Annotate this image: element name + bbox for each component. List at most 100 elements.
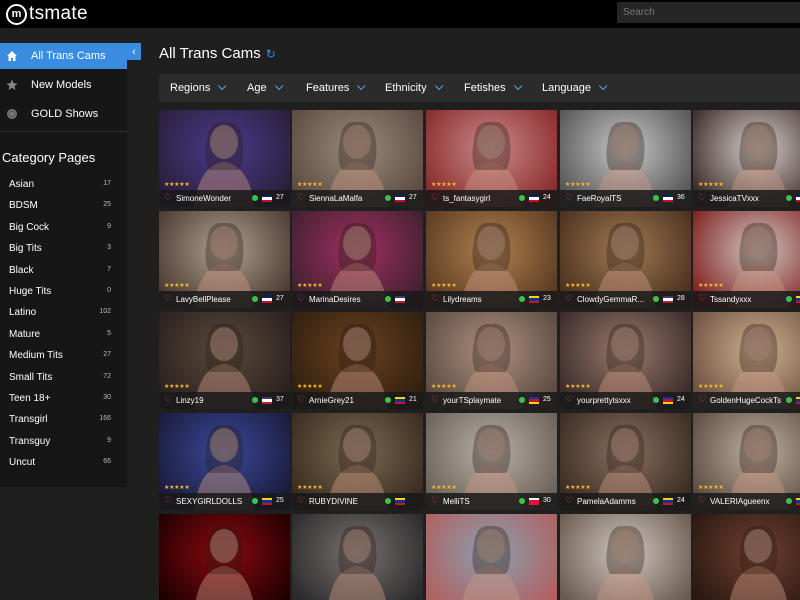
favorite-heart-icon[interactable]: ♡ [297,293,305,304]
favorite-heart-icon[interactable]: ♡ [431,293,439,304]
model-card[interactable]: ★★★★★ ♡ yourTSplaymate 25 [426,312,557,409]
category-item[interactable]: Asian 17 [0,175,127,196]
category-item[interactable]: Transguy 9 [0,432,127,453]
favorite-heart-icon[interactable]: ♡ [565,192,573,203]
favorite-heart-icon[interactable]: ♡ [565,495,573,506]
favorite-heart-icon[interactable]: ♡ [164,495,172,506]
filter-language[interactable]: Language [542,81,608,94]
model-username[interactable]: yourTSplaymate [443,396,519,405]
model-username[interactable]: ClowdyGemmaR... [577,295,653,304]
model-card[interactable]: ★★★★★ ♡ ClowdyGemmaR... 28 [560,211,691,308]
model-card[interactable]: ★★★★★ ♡ SimoneWonder 27 [159,110,290,207]
model-card[interactable]: ★★★★★ ♡ MarinaDesires [292,211,423,308]
sidebar-item-gold-shows[interactable]: GOLD Shows [0,101,127,127]
model-card[interactable]: ★★★★★ [426,514,557,600]
model-card[interactable]: ★★★★★ ♡ SEXYGIRLDOLLS 25 [159,413,290,510]
model-username[interactable]: GoldenHugeCockTs [710,396,786,405]
favorite-heart-icon[interactable]: ♡ [698,394,706,405]
category-item[interactable]: Big Cock 9 [0,218,127,239]
model-username[interactable]: SiennaLaMalfa [309,194,385,203]
filter-ethnicity[interactable]: Ethnicity [385,81,443,94]
sidebar-item-all-trans-cams[interactable]: All Trans Cams [0,43,127,69]
favorite-heart-icon[interactable]: ♡ [164,192,172,203]
rating-stars: ★★★★★ [698,182,724,188]
model-card[interactable]: ★★★★★ ♡ VALERIAgueenx [693,413,800,510]
model-card[interactable]: ★★★★★ ♡ Tssandyxxx [693,211,800,308]
category-item[interactable]: Big Tits 3 [0,239,127,260]
model-username[interactable]: ts_fantasygirl [443,194,519,203]
favorite-heart-icon[interactable]: ♡ [698,192,706,203]
category-item[interactable]: Huge Tits 0 [0,282,127,303]
model-thumbnail[interactable] [560,514,691,600]
favorite-heart-icon[interactable]: ♡ [698,495,706,506]
category-label: Transgirl [9,414,48,426]
favorite-heart-icon[interactable]: ♡ [164,293,172,304]
model-username[interactable]: LavyBellPlease [176,295,252,304]
model-username[interactable]: SEXYGIRLDOLLS [176,497,252,506]
favorite-heart-icon[interactable]: ♡ [297,192,305,203]
model-username[interactable]: Linzy19 [176,396,252,405]
model-username[interactable]: FaeRoyalTS [577,194,653,203]
model-card[interactable]: ★★★★★ ♡ FaeRoyalTS 36 [560,110,691,207]
model-username[interactable]: Tssandyxxx [710,295,786,304]
model-username[interactable]: PamelaAdamms [577,497,653,506]
refresh-icon[interactable]: ↻ [266,47,276,61]
model-username[interactable]: SimoneWonder [176,194,252,203]
favorite-heart-icon[interactable]: ♡ [164,394,172,405]
model-card[interactable]: ★★★★★ ♡ ArnieGrey21 21 [292,312,423,409]
filter-age[interactable]: Age [247,81,283,94]
category-item[interactable]: Black 7 [0,261,127,282]
model-username[interactable]: MelliTS [443,497,519,506]
category-item[interactable]: Small Tits 72 [0,368,127,389]
model-username[interactable]: Lilydreams [443,295,519,304]
model-card[interactable]: ★★★★★ [560,514,691,600]
model-card[interactable]: ★★★★★ ♡ yourprettytsxxx 24 [560,312,691,409]
search-input[interactable] [617,2,800,23]
sidebar-item-new-models[interactable]: New Models [0,72,127,98]
category-item[interactable]: Teen 18+ 30 [0,389,127,410]
model-thumbnail[interactable] [426,514,557,600]
favorite-heart-icon[interactable]: ♡ [297,394,305,405]
model-username[interactable]: ArnieGrey21 [309,396,385,405]
favorite-heart-icon[interactable]: ♡ [698,293,706,304]
logo[interactable]: m tsmate [6,3,88,25]
model-username[interactable]: VALERIAgueenx [710,497,786,506]
model-card[interactable]: ★★★★★ ♡ SiennaLaMalfa 27 [292,110,423,207]
filter-features[interactable]: Features [306,81,366,94]
model-card[interactable]: ★★★★★ ♡ JessicaTVxxx [693,110,800,207]
model-card[interactable]: ★★★★★ [159,514,290,600]
model-thumbnail[interactable] [693,514,800,600]
category-item[interactable]: Medium Tits 27 [0,346,127,367]
favorite-heart-icon[interactable]: ♡ [565,394,573,405]
model-card[interactable]: ★★★★★ [292,514,423,600]
model-thumbnail[interactable] [292,514,423,600]
category-item[interactable]: Mature 5 [0,325,127,346]
category-item[interactable]: Uncut 66 [0,453,127,474]
country-flag-icon [796,296,800,303]
category-item[interactable]: Transgirl 166 [0,410,127,431]
favorite-heart-icon[interactable]: ♡ [297,495,305,506]
model-card[interactable]: ★★★★★ ♡ MelliTS 30 [426,413,557,510]
model-username[interactable]: MarinaDesires [309,295,385,304]
model-card[interactable]: ★★★★★ ♡ GoldenHugeCockTs [693,312,800,409]
favorite-heart-icon[interactable]: ♡ [565,293,573,304]
model-thumbnail[interactable] [159,514,290,600]
filter-regions[interactable]: Regions [170,81,227,94]
category-item[interactable]: Latino 102 [0,303,127,324]
collapse-sidebar-button[interactable]: ‹ [127,43,141,60]
model-username[interactable]: JessicaTVxxx [710,194,786,203]
model-username[interactable]: RUBYDIVINE [309,497,385,506]
favorite-heart-icon[interactable]: ♡ [431,192,439,203]
favorite-heart-icon[interactable]: ♡ [431,394,439,405]
model-card[interactable]: ★★★★★ ♡ Lilydreams 23 [426,211,557,308]
model-card[interactable]: ★★★★★ ♡ LavyBellPlease 27 [159,211,290,308]
model-card[interactable]: ★★★★★ [693,514,800,600]
model-card[interactable]: ★★★★★ ♡ ts_fantasygirl 24 [426,110,557,207]
favorite-heart-icon[interactable]: ♡ [431,495,439,506]
model-username[interactable]: yourprettytsxxx [577,396,653,405]
model-card[interactable]: ★★★★★ ♡ RUBYDIVINE [292,413,423,510]
model-card[interactable]: ★★★★★ ♡ PamelaAdamms 24 [560,413,691,510]
model-card[interactable]: ★★★★★ ♡ Linzy19 37 [159,312,290,409]
filter-fetishes[interactable]: Fetishes [464,81,522,94]
category-item[interactable]: BDSM 25 [0,196,127,217]
